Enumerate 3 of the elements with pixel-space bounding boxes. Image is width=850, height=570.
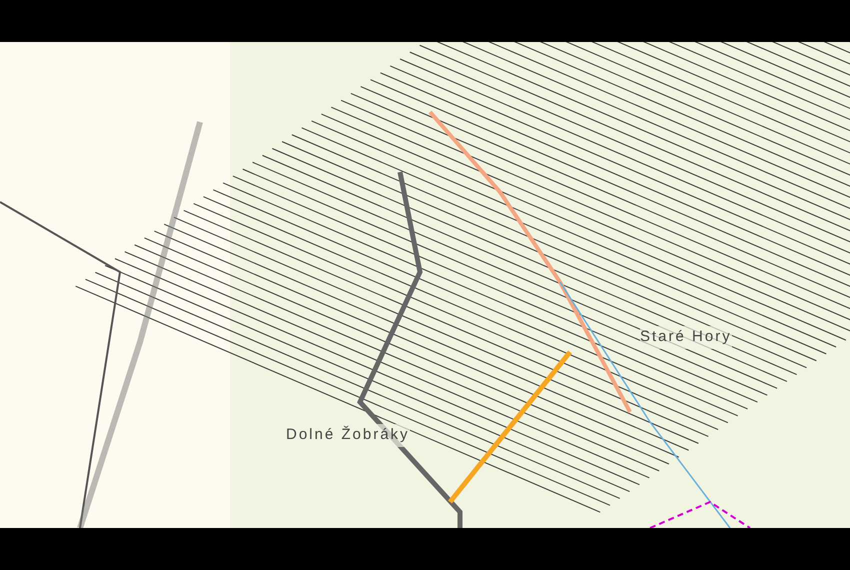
map-view[interactable]: Dolné Žobráky Staré Hory xyxy=(0,42,850,528)
place-label: Staré Hory xyxy=(640,326,732,348)
place-label: Dolné Žobráky xyxy=(286,424,410,446)
